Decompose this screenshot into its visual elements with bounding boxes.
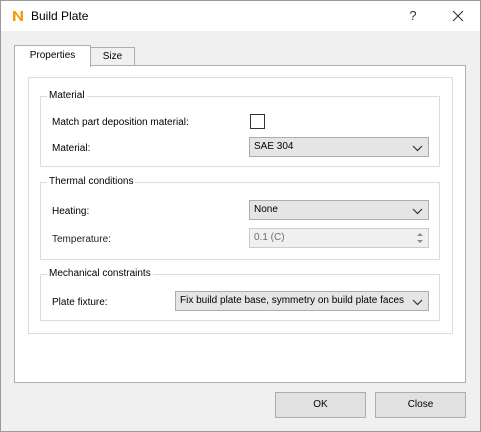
help-button[interactable]: ? [401,5,425,27]
title-bar: Build Plate ? [1,1,480,31]
material-label: Material: [52,143,91,154]
material-select-value: SAE 304 [254,141,294,152]
window-title: Build Plate [31,9,89,23]
material-group-title: Material [47,90,87,101]
chevron-down-icon [412,205,423,215]
dialog-window: Build Plate ? Properties Size Material M… [0,0,481,432]
mechanical-group-title: Mechanical constraints [47,268,153,279]
plate-fixture-select[interactable]: Fix build plate base, symmetry on build … [175,291,429,311]
close-button[interactable]: Close [375,392,466,418]
close-icon[interactable] [445,5,471,27]
n-logo-icon [10,8,26,24]
properties-panel: Material Match part deposition material:… [28,77,453,334]
ok-button[interactable]: OK [275,392,366,418]
tab-size[interactable]: Size [90,47,135,66]
heating-select-value: None [254,204,278,215]
heating-select[interactable]: None [249,200,429,220]
match-material-label: Match part deposition material: [52,117,189,128]
temperature-label: Temperature: [52,234,111,245]
chevron-down-icon [412,142,423,152]
heating-label: Heating: [52,206,90,217]
thermal-group: Thermal conditions Heating: None Tempera… [40,176,440,260]
material-group: Material Match part deposition material:… [40,90,440,167]
match-material-checkbox[interactable] [250,114,265,129]
chevron-down-icon [412,296,423,306]
spin-arrows-icon[interactable] [414,230,426,246]
temperature-spinbox[interactable]: 0.1 (C) [249,228,429,248]
temperature-value: 0.1 (C) [254,232,285,243]
plate-fixture-value: Fix build plate base, symmetry on build … [180,295,404,306]
material-select[interactable]: SAE 304 [249,137,429,157]
plate-fixture-label: Plate fixture: [52,297,108,308]
mechanical-group: Mechanical constraints Plate fixture: Fi… [40,268,440,321]
tab-properties[interactable]: Properties [14,45,91,67]
thermal-group-title: Thermal conditions [47,176,136,187]
